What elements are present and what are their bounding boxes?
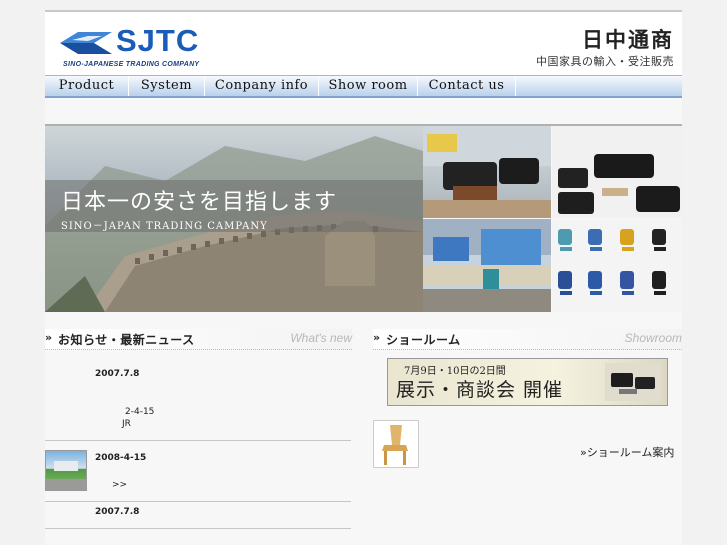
news-title: お知らせ・最新ニュース: [58, 333, 195, 347]
company-tagline: 中国家具の輸入・受注販売: [536, 55, 674, 68]
news-date: 2008-4-15: [95, 453, 147, 463]
news-text: JR: [122, 419, 131, 429]
news-divider: [45, 528, 351, 529]
news-date: 2007.7.8: [95, 507, 140, 517]
section-arrow-icon: »: [373, 331, 381, 344]
exhibition-sofa-image: [605, 363, 661, 401]
chair-thumbnail[interactable]: [373, 420, 419, 468]
news-title-en: What's new: [290, 331, 352, 345]
banner-subtitle: SINO－JAPAN TRADING CAMPANY: [61, 221, 268, 232]
company-name: 日中通商: [582, 27, 674, 52]
showroom-guide-link[interactable]: »ショールーム案内: [580, 444, 674, 460]
site-logo[interactable]: SJTC SINO-JAPANESE TRADING COMPANY: [58, 24, 238, 70]
nav-contact-us[interactable]: Contact us: [418, 76, 516, 96]
site-header: SJTC SINO-JAPANESE TRADING COMPANY 日中通商 …: [45, 10, 682, 76]
nav-system[interactable]: System: [129, 76, 205, 96]
great-wall-image: 日本一の安さを目指します SINO－JAPAN TRADING CAMPANY: [45, 126, 423, 312]
news-thumbnail[interactable]: [45, 450, 87, 491]
news-divider: [45, 440, 351, 441]
office-chairs-photo: [552, 219, 682, 312]
nav-company-info[interactable]: Conpany info: [205, 76, 319, 96]
news-section-header: » お知らせ・最新ニュース What's new: [45, 329, 352, 350]
office-desk-photo: [423, 219, 551, 312]
logo-subtitle: SINO-JAPANESE TRADING COMPANY: [63, 61, 200, 68]
logo-arrow-icon: [60, 32, 112, 54]
news-divider: [45, 501, 351, 502]
showroom-section-header: » ショールーム Showroom: [373, 329, 682, 350]
news-text: 2-4-15: [125, 407, 155, 417]
leather-sofa-photo: [552, 126, 682, 218]
exhibition-title: 展示・商談会 開催: [396, 379, 564, 401]
exhibition-banner[interactable]: 7月9日・10日の2日間 展示・商談会 開催: [387, 358, 668, 406]
news-date: 2007.7.8: [95, 369, 140, 379]
sofa-set-photo: [423, 126, 551, 218]
news-more-link[interactable]: >>: [112, 480, 127, 490]
hero-banner: 日本一の安さを目指します SINO－JAPAN TRADING CAMPANY: [45, 124, 682, 312]
logo-text: SJTC: [116, 23, 200, 58]
nav-product[interactable]: Product: [45, 76, 129, 96]
section-arrow-icon: »: [45, 331, 53, 344]
showroom-title: ショールーム: [386, 333, 461, 347]
nav-show-room[interactable]: Show room: [319, 76, 418, 96]
banner-catchphrase: 日本一の安さを目指します: [61, 190, 338, 215]
showroom-title-en: Showroom: [624, 331, 682, 345]
main-nav: Product System Conpany info Show room Co…: [45, 75, 682, 98]
page: SJTC SINO-JAPANESE TRADING COMPANY 日中通商 …: [45, 10, 682, 545]
